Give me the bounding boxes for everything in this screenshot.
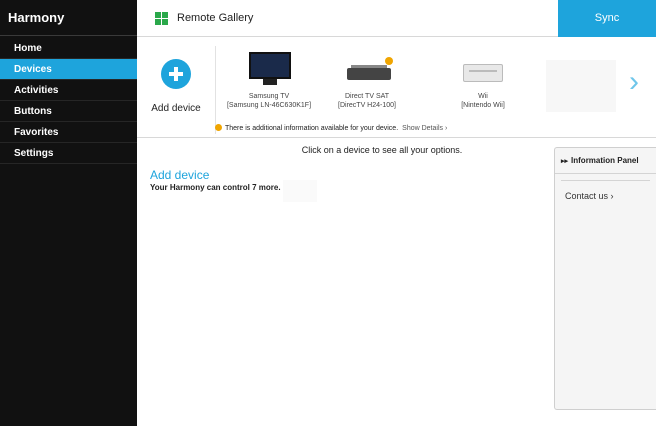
- sync-button[interactable]: Sync: [558, 0, 656, 37]
- device-model: [Nintendo Wii]: [461, 102, 505, 109]
- show-details-link[interactable]: Show Details ›: [402, 125, 447, 132]
- device-name: Wii: [478, 93, 488, 100]
- fast-forward-icon: ▸▸: [561, 158, 569, 165]
- information-panel-title: Information Panel: [571, 156, 639, 165]
- information-panel: ▸▸ Information Panel Contact us ›: [554, 147, 656, 410]
- device-name: Samsung TV: [248, 93, 290, 100]
- device-model: [Samsung LN-46C630K1F]: [226, 102, 312, 109]
- sidebar-item-devices[interactable]: Devices: [0, 59, 137, 80]
- set-top-box-icon: [321, 52, 413, 88]
- sidebar-item-home[interactable]: Home: [0, 38, 137, 59]
- sidebar-item-settings[interactable]: Settings: [0, 143, 137, 164]
- device-wii[interactable]: Wii [Nintendo Wii]: [437, 52, 529, 110]
- app-title: Harmony: [0, 0, 137, 36]
- divider: [561, 180, 650, 181]
- contact-us-link[interactable]: Contact us ›: [565, 191, 656, 201]
- warning-badge-icon: [385, 57, 393, 65]
- game-console-icon: [437, 52, 529, 88]
- sidebar-item-buttons[interactable]: Buttons: [0, 101, 137, 122]
- tv-icon: [223, 52, 315, 88]
- chevron-right-icon: ›: [610, 191, 614, 201]
- plus-icon: [161, 59, 191, 89]
- add-device-button[interactable]: Add device: [147, 53, 205, 114]
- chevron-right-icon[interactable]: ›: [629, 67, 647, 97]
- sidebar-nav: Home Devices Activities Buttons Favorite…: [0, 38, 137, 164]
- placeholder-box: [283, 180, 317, 202]
- add-device-link[interactable]: Add device: [150, 168, 209, 182]
- device-name: Direct TV SAT: [344, 93, 390, 100]
- info-text: There is additional information availabl…: [225, 125, 399, 132]
- device-strip: Add device Samsung TV [Samsung LN-46C630…: [137, 38, 656, 138]
- device-direct-tv-sat[interactable]: Direct TV SAT [DirecTV H24-100]: [321, 52, 413, 110]
- device-model: [DirecTV H24-100]: [338, 102, 396, 109]
- sidebar: Harmony Home Devices Activities Buttons …: [0, 0, 137, 426]
- information-panel-header[interactable]: ▸▸ Information Panel: [555, 148, 656, 174]
- empty-device-slot: [546, 60, 616, 112]
- device-capacity-text: Your Harmony can control 7 more.: [150, 183, 281, 192]
- device-info-notice: There is additional information availabl…: [215, 124, 447, 132]
- device-samsung-tv[interactable]: Samsung TV [Samsung LN-46C630K1F]: [223, 52, 315, 110]
- top-bar: Remote Gallery Sync: [137, 0, 656, 37]
- gallery-title[interactable]: Remote Gallery: [177, 0, 253, 37]
- gallery-grid-icon: [155, 12, 168, 25]
- sidebar-item-favorites[interactable]: Favorites: [0, 122, 137, 143]
- sidebar-item-activities[interactable]: Activities: [0, 80, 137, 101]
- add-device-label: Add device: [151, 103, 201, 114]
- divider: [215, 46, 216, 134]
- info-icon: [215, 124, 222, 131]
